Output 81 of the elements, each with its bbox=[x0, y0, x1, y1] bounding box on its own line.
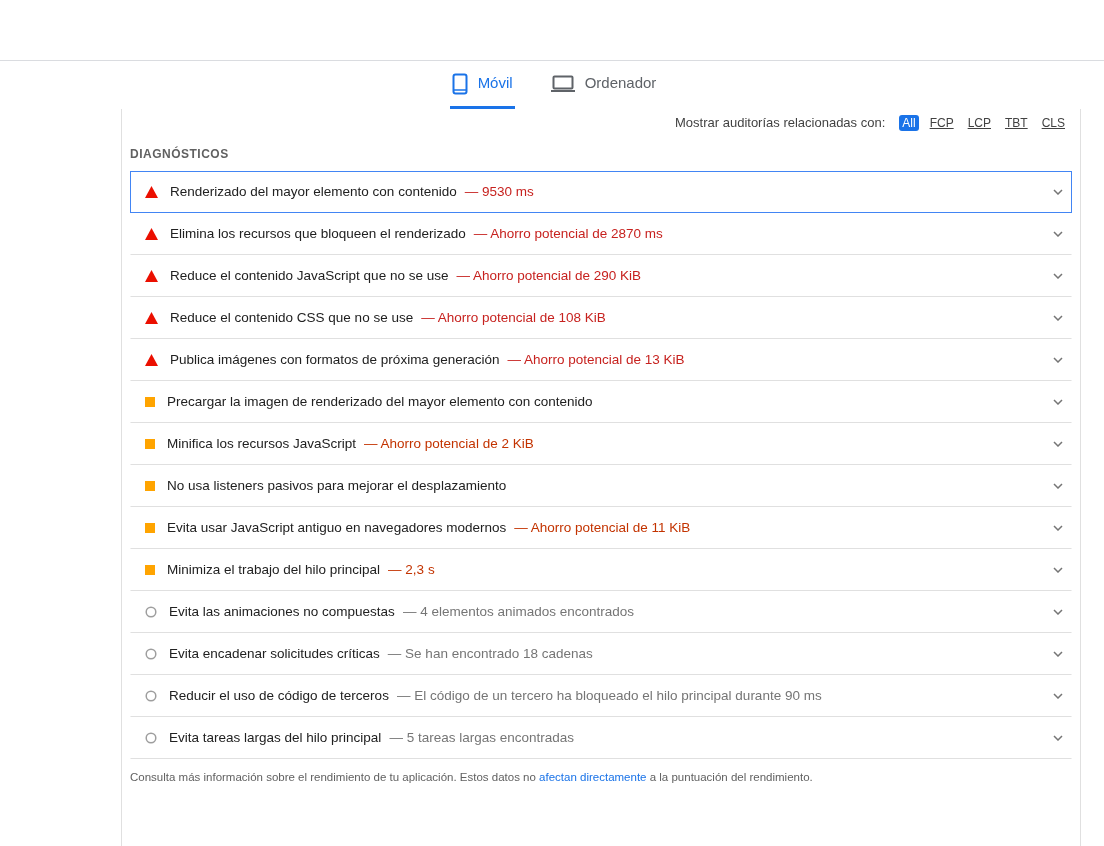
warning-triangle-icon bbox=[145, 354, 158, 366]
circle-icon bbox=[145, 606, 157, 618]
audit-row[interactable]: Evita usar JavaScript antiguo en navegadores modernos — Ahorro potencial de 11 KiB bbox=[130, 507, 1072, 549]
circle-icon bbox=[145, 690, 157, 702]
square-icon bbox=[145, 565, 155, 575]
square-icon bbox=[145, 523, 155, 533]
chevron-down-icon bbox=[1053, 441, 1063, 447]
warning-triangle-icon bbox=[145, 186, 158, 198]
warning-triangle-icon bbox=[145, 270, 158, 282]
audit-detail: — Ahorro potencial de 13 KiB bbox=[507, 350, 685, 369]
filter-label: Mostrar auditorías relacionadas con: bbox=[675, 113, 886, 132]
circle-icon bbox=[145, 648, 157, 660]
audit-row[interactable]: Reduce el contenido CSS que no se use — Ahorro potencial de 108 KiB bbox=[130, 297, 1072, 339]
audit-detail: — Ahorro potencial de 2 KiB bbox=[364, 434, 534, 453]
audit-detail: — Se han encontrado 18 cadenas bbox=[387, 644, 593, 663]
chevron-down-icon bbox=[1053, 189, 1063, 195]
audit-detail: — 5 tareas largas encontradas bbox=[389, 728, 574, 747]
audit-row[interactable]: Evita las animaciones no compuestas — 4 elementos animados encontrados bbox=[130, 591, 1072, 633]
chevron-down-icon bbox=[1053, 651, 1063, 657]
audit-title: No usa listeners pasivos para mejorar el desplazamiento bbox=[167, 476, 507, 495]
audit-row[interactable]: Evita encadenar solicitudes críticas — Se han encontrado 18 cadenas bbox=[130, 633, 1072, 675]
audit-title: Precargar la imagen de renderizado del mayor elemento con contenido bbox=[167, 392, 593, 411]
chevron-down-icon bbox=[1053, 399, 1063, 405]
audit-row[interactable]: Reduce el contenido JavaScript que no se use — Ahorro potencial de 290 KiB bbox=[130, 255, 1072, 297]
filter-chip[interactable]: FCP bbox=[926, 114, 957, 131]
audit-row[interactable]: Reducir el uso de código de terceros — El código de un tercero ha bloqueado el hilo principal durante 90 ms bbox=[130, 675, 1072, 717]
audit-detail: — Ahorro potencial de 108 KiB bbox=[421, 308, 606, 327]
audit-detail: — El código de un tercero ha bloqueado el hilo principal durante 90 ms bbox=[396, 686, 822, 705]
warning-triangle-icon bbox=[145, 228, 158, 240]
square-icon bbox=[145, 439, 155, 449]
audit-row[interactable]: Elimina los recursos que bloqueen el renderizado — Ahorro potencial de 2870 ms bbox=[130, 213, 1072, 255]
chevron-down-icon bbox=[1053, 315, 1063, 321]
audit-detail: — Ahorro potencial de 2870 ms bbox=[473, 224, 663, 243]
audit-row[interactable]: Evita tareas largas del hilo principal — 5 tareas largas encontradas bbox=[130, 717, 1072, 759]
audit-title: Evita usar JavaScript antiguo en navegadores modernos bbox=[167, 518, 507, 537]
audit-title: Reduce el contenido CSS que no se use bbox=[170, 308, 414, 327]
audit-detail: — Ahorro potencial de 290 KiB bbox=[456, 266, 642, 285]
chevron-down-icon bbox=[1053, 693, 1063, 699]
audit-title: Elimina los recursos que bloqueen el renderizado bbox=[170, 224, 466, 243]
audit-title: Publica imágenes con formatos de próxima generación bbox=[170, 350, 500, 369]
audit-title: Renderizado del mayor elemento con contenido bbox=[170, 182, 457, 201]
audit-row[interactable]: Publica imágenes con formatos de próxima generación — Ahorro potencial de 13 KiB bbox=[130, 339, 1072, 381]
audit-row[interactable]: Minifica los recursos JavaScript — Ahorro potencial de 2 KiB bbox=[130, 423, 1072, 465]
audit-row[interactable]: Renderizado del mayor elemento con contenido — 9530 ms bbox=[130, 171, 1072, 213]
square-icon bbox=[145, 397, 155, 407]
chevron-down-icon bbox=[1053, 357, 1063, 363]
circle-icon bbox=[145, 732, 157, 744]
audit-row[interactable]: Minimiza el trabajo del hilo principal — 2,3 s bbox=[130, 549, 1072, 591]
audit-title: Minimiza el trabajo del hilo principal bbox=[167, 560, 381, 579]
square-icon bbox=[145, 481, 155, 491]
device-tab[interactable]: Móvil bbox=[449, 61, 515, 109]
chevron-down-icon bbox=[1053, 735, 1063, 741]
audit-title: Evita las animaciones no compuestas bbox=[169, 602, 395, 621]
chevron-down-icon bbox=[1053, 609, 1063, 615]
filter-chip[interactable]: LCP bbox=[964, 114, 994, 131]
chevron-down-icon bbox=[1053, 231, 1063, 237]
audit-title: Evita encadenar solicitudes críticas bbox=[169, 644, 380, 663]
audit-title: Reducir el uso de código de terceros bbox=[169, 686, 389, 705]
device-tab[interactable]: Ordenador bbox=[548, 61, 659, 109]
audit-row[interactable]: Precargar la imagen de renderizado del mayor elemento con contenido bbox=[130, 381, 1072, 423]
filter-chip[interactable]: All bbox=[899, 114, 919, 131]
chevron-down-icon bbox=[1053, 273, 1063, 279]
chevron-down-icon bbox=[1053, 483, 1063, 489]
audit-detail: — Ahorro potencial de 11 KiB bbox=[514, 518, 691, 537]
audit-title: Minifica los recursos JavaScript bbox=[167, 434, 357, 453]
audit-row[interactable]: No usa listeners pasivos para mejorar el desplazamiento bbox=[130, 465, 1072, 507]
footer-text: Consulta más información sobre el rendimiento de tu aplicación. Estos datos no afectan directamente a la puntuación del rendimiento. bbox=[130, 770, 814, 785]
audit-detail: — 9530 ms bbox=[464, 182, 534, 201]
laptop-icon bbox=[550, 74, 575, 93]
phone-icon bbox=[451, 72, 468, 95]
warning-triangle-icon bbox=[145, 312, 158, 324]
audit-detail: — 2,3 s bbox=[388, 560, 435, 579]
audit-title: Evita tareas largas del hilo principal bbox=[169, 728, 382, 747]
chevron-down-icon bbox=[1053, 567, 1063, 573]
section-title: DIAGNÓSTICOS bbox=[130, 145, 230, 163]
chevron-down-icon bbox=[1053, 525, 1063, 531]
audit-title: Reduce el contenido JavaScript que no se use bbox=[170, 266, 449, 285]
filter-chip[interactable]: CLS bbox=[1038, 114, 1068, 131]
link[interactable]: afectan directamente bbox=[539, 771, 647, 783]
audit-detail: — 4 elementos animados encontrados bbox=[402, 602, 634, 621]
filter-chip[interactable]: TBT bbox=[1002, 114, 1031, 131]
